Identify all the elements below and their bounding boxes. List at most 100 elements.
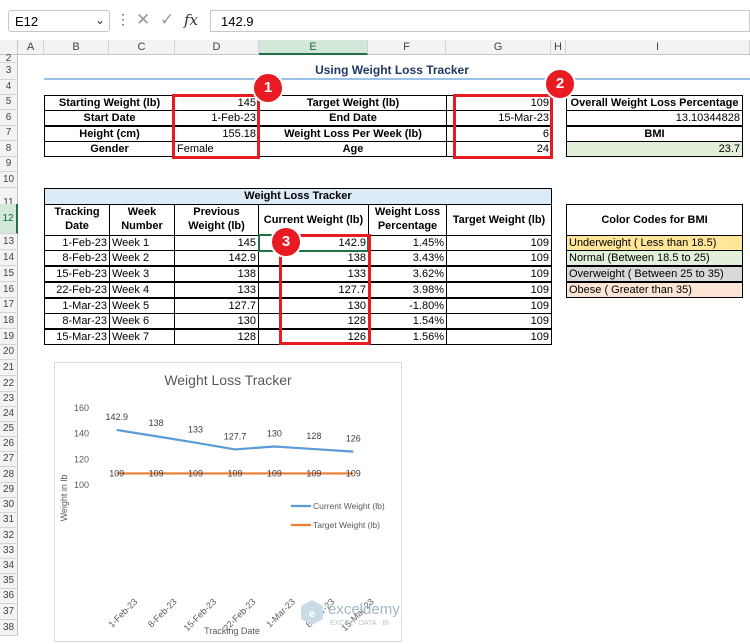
tracker-cell-percentage[interactable]: 1.56% — [368, 329, 447, 345]
row-header-2[interactable]: 2 — [0, 54, 18, 64]
row-header-33[interactable]: 33 — [0, 544, 18, 559]
row-header-27[interactable]: 27 — [0, 452, 18, 467]
tracker-cell-previous[interactable]: 142.9 — [174, 250, 259, 266]
tracker-cell-week[interactable]: Week 7 — [109, 329, 175, 345]
tracker-cell-percentage[interactable]: 3.98% — [368, 282, 447, 298]
row-header-4[interactable]: 4 — [0, 80, 18, 95]
row-header-22[interactable]: 22 — [0, 376, 18, 392]
tracker-cell-date[interactable]: 15-Mar-23 — [44, 329, 110, 345]
tracker-cell-week[interactable]: Week 4 — [109, 282, 175, 298]
svg-text:e: e — [309, 608, 315, 620]
tracker-cell-date[interactable]: 1-Feb-23 — [44, 235, 110, 251]
tracker-cell-week[interactable]: Week 5 — [109, 298, 175, 314]
formula-input[interactable]: 142.9 — [210, 10, 750, 32]
value-overall-weight-loss[interactable]: 13.10344828 — [566, 110, 743, 126]
row-header-13[interactable]: 13 — [0, 234, 18, 250]
row-header-26[interactable]: 26 — [0, 437, 18, 452]
tracker-cell-target[interactable]: 109 — [446, 329, 552, 345]
data-label: 126 — [346, 434, 361, 444]
tracker-cell-target[interactable]: 109 — [446, 282, 552, 298]
row-header-14[interactable]: 14 — [0, 250, 18, 266]
tracker-cell-previous[interactable]: 133 — [174, 282, 259, 298]
row-header-10[interactable]: 10 — [0, 172, 18, 188]
row-header-19[interactable]: 19 — [0, 329, 18, 345]
tracker-cell-week[interactable]: Week 3 — [109, 266, 175, 282]
row-header-12[interactable]: 12 — [0, 204, 18, 234]
row-header-8[interactable]: 8 — [0, 141, 18, 157]
tracker-cell-percentage[interactable]: 3.43% — [368, 250, 447, 266]
function-icon[interactable]: fx — [184, 11, 198, 29]
row-header-5[interactable]: 5 — [0, 95, 18, 110]
row-header-29[interactable]: 29 — [0, 483, 18, 498]
column-header-b[interactable]: B — [44, 40, 109, 55]
row-header-9[interactable]: 9 — [0, 157, 18, 172]
tracker-cell-date[interactable]: 8-Feb-23 — [44, 250, 110, 266]
tracker-cell-previous[interactable]: 130 — [174, 313, 259, 329]
row-header-7[interactable]: 7 — [0, 126, 18, 141]
row-header-16[interactable]: 16 — [0, 282, 18, 298]
column-header-i[interactable]: I — [566, 40, 750, 55]
tracker-cell-date[interactable]: 15-Feb-23 — [44, 266, 110, 282]
tracker-cell-previous[interactable]: 128 — [174, 329, 259, 345]
row-header-28[interactable]: 28 — [0, 467, 18, 483]
tracker-cell-target[interactable]: 109 — [446, 298, 552, 314]
row-header-35[interactable]: 35 — [0, 574, 18, 589]
tracker-cell-date[interactable]: 22-Feb-23 — [44, 282, 110, 298]
name-box[interactable]: E12 ⌄ — [8, 10, 110, 32]
row-header-3[interactable]: 3 — [0, 63, 18, 80]
tracker-cell-week[interactable]: Week 2 — [109, 250, 175, 266]
data-label: 142.9 — [105, 412, 128, 422]
row-header-38[interactable]: 38 — [0, 620, 18, 636]
column-header-c[interactable]: C — [109, 40, 175, 55]
check-icon[interactable]: ✓ — [160, 10, 174, 30]
row-header-24[interactable]: 24 — [0, 407, 18, 422]
chevron-down-icon[interactable]: ⌄ — [95, 13, 105, 27]
row-header-34[interactable]: 34 — [0, 559, 18, 574]
tracker-cell-target[interactable]: 109 — [446, 266, 552, 282]
step-badge-1: 1 — [252, 72, 284, 104]
tracker-cell-target[interactable]: 109 — [446, 250, 552, 266]
tracker-cell-date[interactable]: 1-Mar-23 — [44, 298, 110, 314]
x-tick-label: 1-Mar-23 — [264, 597, 297, 630]
row-header-30[interactable]: 30 — [0, 498, 18, 513]
column-header-e[interactable]: E — [259, 40, 368, 55]
tracker-cell-target[interactable]: 109 — [446, 235, 552, 251]
row-header-32[interactable]: 32 — [0, 528, 18, 544]
tracker-cell-percentage[interactable]: 3.62% — [368, 266, 447, 282]
row-header-15[interactable]: 15 — [0, 266, 18, 282]
row-header-31[interactable]: 31 — [0, 513, 18, 528]
tracker-cell-previous[interactable]: 138 — [174, 266, 259, 282]
row-header-25[interactable]: 25 — [0, 422, 18, 437]
column-header-g[interactable]: G — [446, 40, 551, 55]
chart-y-axis-label: Weight in lb — [59, 475, 69, 522]
value-bmi[interactable]: 23.7 — [566, 141, 743, 157]
row-header-23[interactable]: 23 — [0, 392, 18, 407]
tracker-cell-week[interactable]: Week 1 — [109, 235, 175, 251]
tracker-cell-percentage[interactable]: 1.54% — [368, 313, 447, 329]
row-header-18[interactable]: 18 — [0, 313, 18, 329]
tracker-cell-week[interactable]: Week 6 — [109, 313, 175, 329]
row-header-6[interactable]: 6 — [0, 110, 18, 126]
sheet-title: Using Weight Loss Tracker — [315, 63, 469, 77]
row-header-37[interactable]: 37 — [0, 604, 18, 620]
vertical-ellipsis-icon[interactable]: ⋮ — [116, 11, 130, 28]
column-header-a[interactable]: A — [18, 40, 44, 55]
column-header-f[interactable]: F — [368, 40, 446, 55]
formula-value: 142.9 — [221, 14, 254, 29]
row-header-36[interactable]: 36 — [0, 589, 18, 604]
column-header-d[interactable]: D — [175, 40, 259, 55]
x-icon[interactable]: ✕ — [136, 10, 150, 30]
tracker-cell-previous[interactable]: 127.7 — [174, 298, 259, 314]
column-header-h[interactable]: H — [551, 40, 566, 55]
tracker-cell-date[interactable]: 8-Mar-23 — [44, 313, 110, 329]
tracker-cell-previous[interactable]: 145 — [174, 235, 259, 251]
watermark-tagline: EXCEL · DATA · BI — [330, 620, 389, 627]
data-label: 109 — [188, 468, 203, 478]
row-header-21[interactable]: 21 — [0, 360, 18, 376]
tracker-cell-percentage[interactable]: 1.45% — [368, 235, 447, 251]
row-header-17[interactable]: 17 — [0, 298, 18, 313]
tracker-cell-target[interactable]: 109 — [446, 313, 552, 329]
tracker-cell-percentage[interactable]: -1.80% — [368, 298, 447, 314]
row-header-20[interactable]: 20 — [0, 345, 18, 360]
legend-label: Target Weight (lb) — [313, 520, 380, 530]
